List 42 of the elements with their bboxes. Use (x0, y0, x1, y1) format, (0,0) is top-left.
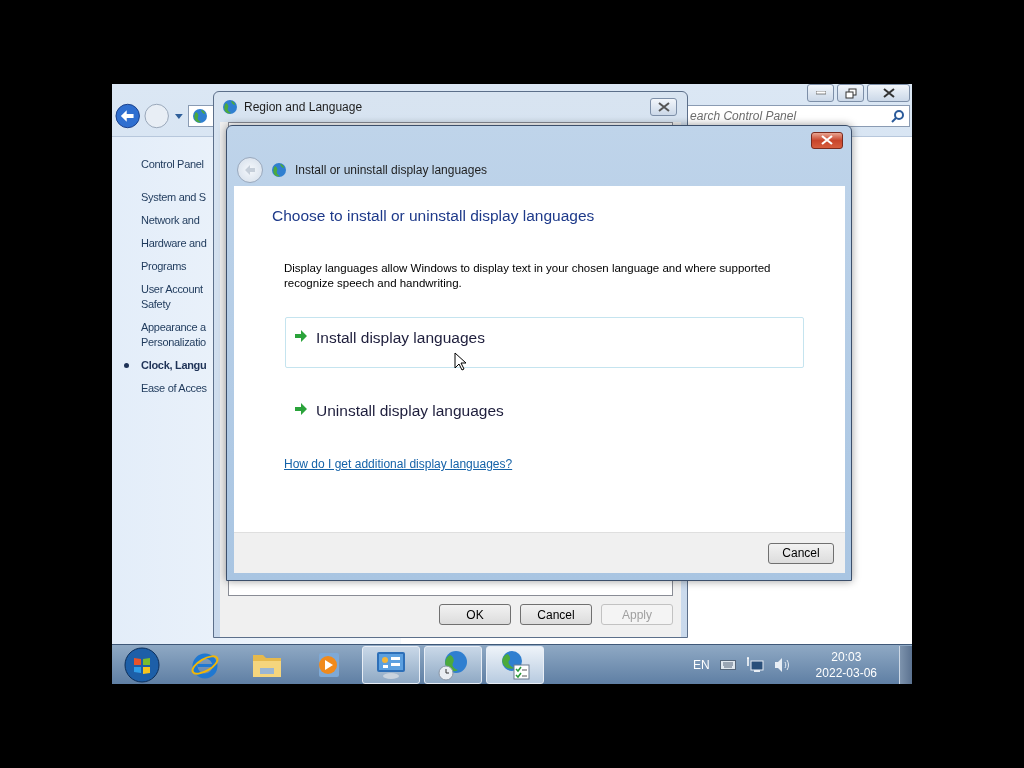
dialog-button[interactable]: Cancel (520, 604, 592, 625)
page-heading: Choose to install or uninstall display languages (272, 207, 596, 225)
start-button[interactable] (124, 646, 160, 683)
volume-icon[interactable] (773, 656, 792, 673)
minimize-button[interactable] (807, 84, 834, 102)
globe-checklist-icon (499, 648, 531, 681)
dialog-button[interactable]: OK (439, 604, 511, 625)
command-link[interactable]: Install display languages (285, 317, 804, 368)
taskbar-button[interactable] (362, 645, 420, 684)
close-button[interactable] (650, 98, 677, 116)
globe-icon (222, 99, 238, 115)
keyboard-icon[interactable] (719, 659, 736, 670)
network-icon[interactable] (745, 656, 764, 673)
close-icon (657, 102, 670, 112)
restore-icon (844, 87, 857, 99)
cursor-icon (454, 352, 467, 371)
arrow-icon (294, 402, 308, 416)
description-text: Display languages allow Windows to display text in your chosen language and where supported recognize speech and handwriting. (284, 261, 772, 291)
taskbar-button[interactable] (424, 645, 482, 684)
search-icon (891, 109, 905, 123)
globe-icon (191, 108, 208, 124)
arrow-icon (294, 329, 308, 343)
command-link[interactable]: Uninstall display languages (285, 390, 804, 441)
globe-clock-icon (437, 648, 469, 681)
close-button[interactable] (811, 131, 843, 149)
cancel-button[interactable]: Cancel (768, 542, 834, 564)
close-icon (821, 135, 833, 145)
taskbar-button[interactable] (486, 645, 544, 684)
back-arrow-icon (244, 164, 256, 176)
close-icon (882, 88, 895, 98)
help-link[interactable]: How do I get additional display languages? (284, 457, 513, 471)
history-dropdown[interactable] (173, 112, 184, 120)
globe-icon (271, 162, 287, 178)
restore-button[interactable] (837, 84, 864, 102)
close-button[interactable] (867, 84, 910, 102)
back-button[interactable] (115, 103, 141, 129)
clock[interactable]: 20:03 2022-03-06 (815, 648, 877, 681)
dialog-title: Install or uninstall display languages (295, 163, 488, 177)
window-title: Region and Language (244, 100, 363, 114)
minimize-icon (815, 91, 826, 95)
search-field[interactable]: earch Control Panel (685, 105, 910, 127)
show-desktop-button[interactable] (899, 645, 912, 684)
